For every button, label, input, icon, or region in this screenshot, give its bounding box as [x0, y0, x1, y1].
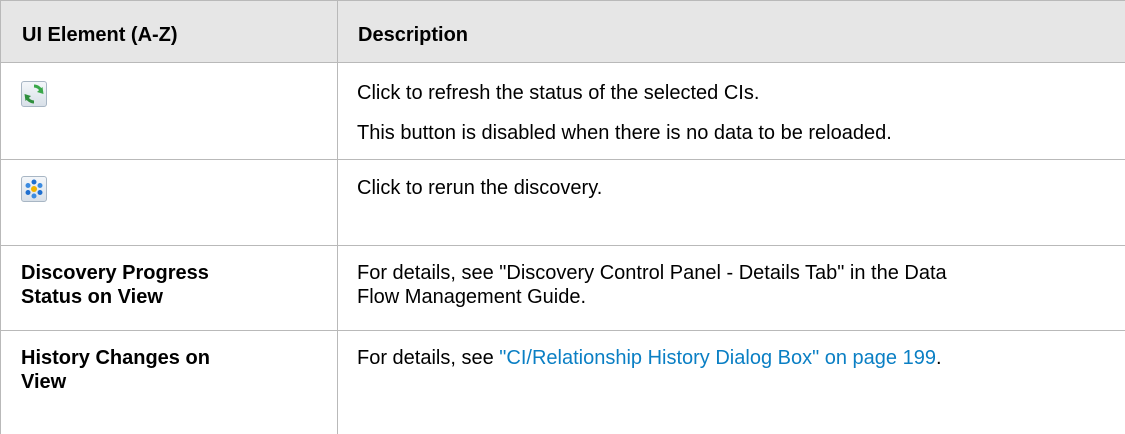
row-divider	[0, 330, 1125, 331]
header-description: Description	[358, 24, 469, 46]
row-3-description-line-1: For details, see "Discovery Control Pane…	[357, 262, 947, 284]
row-divider	[0, 245, 1125, 246]
row-4-description-prefix: For details, see	[357, 347, 500, 369]
row-1-description-line-1: Click to refresh the status of the selec…	[357, 82, 760, 104]
table-header: UI Element (A-Z) Description	[1, 1, 1125, 63]
row-divider	[0, 159, 1125, 160]
row-3-description-line-2: Flow Management Guide.	[357, 286, 587, 308]
row-4-description-suffix: .	[935, 347, 942, 369]
table-border-top	[0, 0, 1125, 1]
refresh-icon	[21, 81, 47, 107]
row-4-description: For details, see "CI/Relationship Histor…	[357, 346, 942, 370]
row-4-element-line-2: View	[21, 371, 67, 393]
table-border-left	[0, 0, 1, 434]
history-dialog-link[interactable]: "CI/Relationship History Dialog Box" on …	[499, 347, 936, 369]
row-3-element-line-1: Discovery Progress	[21, 262, 209, 284]
row-2-description: Click to rerun the discovery.	[357, 177, 603, 199]
row-4-element-line-1: History Changes on	[21, 347, 210, 369]
header-ui-element: UI Element (A-Z)	[22, 24, 178, 46]
column-divider	[337, 0, 338, 434]
row-divider	[0, 62, 1125, 63]
row-3-element-line-2: Status on View	[21, 286, 163, 308]
row-1-description-line-2: This button is disabled when there is no…	[357, 122, 892, 144]
rerun-discovery-icon	[21, 176, 47, 202]
